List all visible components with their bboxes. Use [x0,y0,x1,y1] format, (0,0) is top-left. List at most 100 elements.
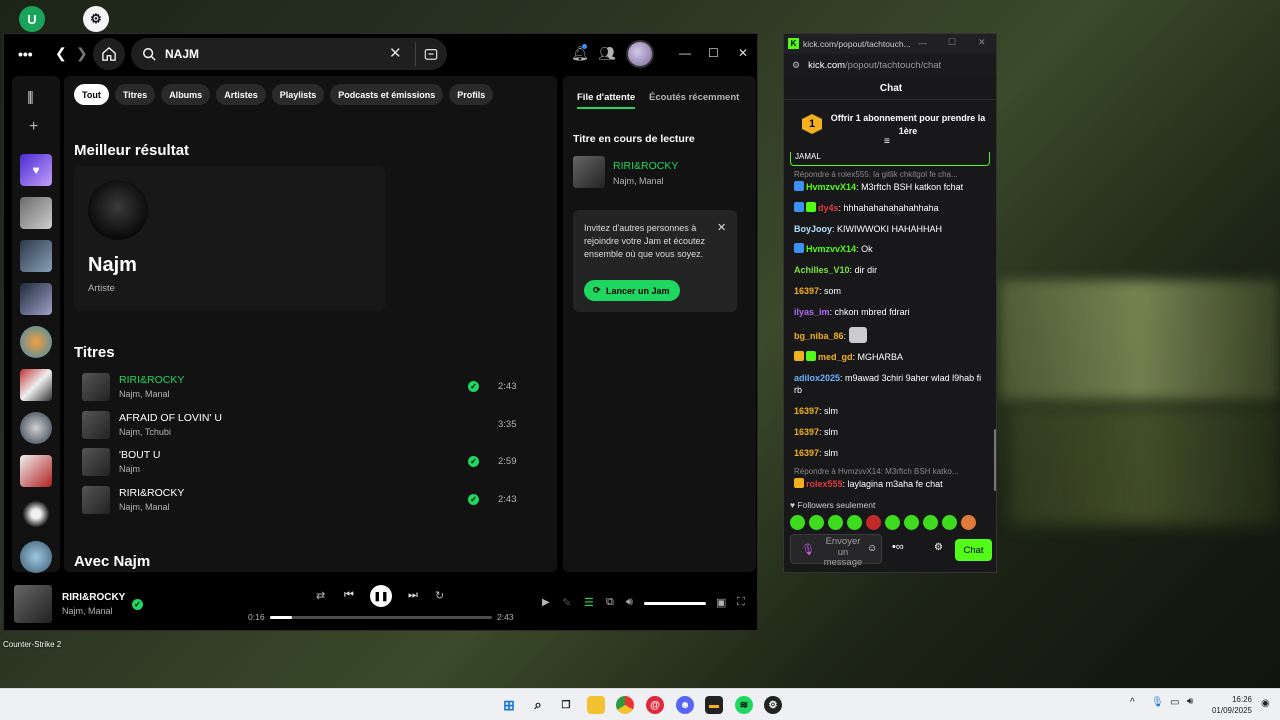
chat-scrollbar[interactable] [994,429,996,491]
player-cover[interactable] [14,585,52,623]
library-artist-item[interactable] [20,541,52,573]
chip-playlists[interactable]: Playlists [271,84,325,105]
steam-taskbar-icon[interactable]: ⚙ [764,696,782,714]
emote-icon[interactable] [809,515,824,530]
emote-icon[interactable] [961,515,976,530]
repeat-icon[interactable]: ↻ [435,589,444,602]
green-badge-icon[interactable] [806,351,816,362]
library-item[interactable] [20,283,52,315]
saved-check-icon[interactable]: ✓ [468,381,479,392]
volume-icon[interactable]: 🔊︎ [626,596,633,609]
notification-center-icon[interactable]: ◉ [1261,698,1270,709]
minimize-icon[interactable]: — [679,46,691,60]
library-artist-item[interactable] [20,498,52,530]
chip-albums[interactable]: Albums [161,84,211,105]
emote-icon[interactable] [790,515,805,530]
tab-queue[interactable]: File d'attente [577,92,635,103]
app-red-icon[interactable]: @ [646,696,664,714]
search-input[interactable]: NAJM [165,47,199,61]
library-artist-item[interactable] [20,326,52,358]
send-chat-button[interactable]: Chat [955,539,992,561]
collapse-icon[interactable]: ≡ [884,136,890,147]
player-title[interactable]: RIRI&ROCKY [62,592,125,603]
chat-username[interactable]: ilyas_im [794,307,830,317]
connect-device-icon[interactable]: ⧉ [606,596,614,609]
browse-icon[interactable] [415,42,416,66]
chip-titres[interactable]: Titres [114,84,156,105]
forward-arrow-icon[interactable]: ❯ [76,45,88,62]
blue-badge-icon[interactable] [794,243,804,254]
start-jam-button[interactable]: ⟳ Lancer un Jam [584,280,680,301]
reply-context[interactable]: Répondre à rolex555: la gitlik chkitgol … [794,170,990,179]
emote-icon[interactable] [847,515,862,530]
home-button[interactable] [93,38,125,70]
now-playing-view-icon[interactable]: ▶︎ [542,597,550,608]
next-icon[interactable]: ⏭︎ [408,589,418,602]
desktop-steam-icon[interactable]: ⚙ [83,6,109,32]
chat-username[interactable]: 16397 [794,448,819,458]
saved-check-icon[interactable]: ✓ [468,456,479,467]
emote-icon[interactable] [942,515,957,530]
kick-address-bar[interactable]: ⚙ kick.com/popout/tachtouch/chat [784,54,996,76]
taskbar-search-icon[interactable]: ⌕ [529,696,547,714]
track-row[interactable]: 'BOUT U Najm ✓ 2:59 [74,444,544,480]
chip-artistes[interactable]: Artistes [216,84,266,105]
emote-icon[interactable] [904,515,919,530]
library-item[interactable] [20,455,52,487]
best-result-card[interactable]: Najm Artiste [74,166,385,311]
network-tray-icon[interactable]: ▭ [1170,697,1179,708]
previous-icon[interactable]: ⏮︎ [344,589,354,602]
chip-tout[interactable]: Tout [74,84,109,105]
show-hidden-icons-icon[interactable]: ^ [1130,697,1135,708]
chat-username[interactable]: dy4s [818,203,839,213]
green-badge-icon[interactable] [806,201,816,212]
emoji-icon[interactable]: ☺ [867,543,877,554]
chip-podcasts[interactable]: Podcasts et émissions [330,84,444,105]
chrome-icon[interactable] [616,696,634,714]
maximize-icon[interactable]: ☐ [708,46,719,60]
miniplayer-icon[interactable]: ▣ [716,596,726,609]
friend-activity-icon[interactable]: 👥︎ [598,45,616,62]
blue-badge-icon[interactable] [794,201,804,212]
kick-minimize-icon[interactable]: — [918,38,927,48]
player-saved-check-icon[interactable]: ✓ [132,599,143,610]
emote-icon[interactable] [828,515,843,530]
progress-bar[interactable] [270,616,492,619]
volume-slider[interactable] [644,602,706,605]
gift-sub-banner[interactable]: 1 Offrir 1 abonnement pour prendre la 1è… [784,102,996,150]
library-item[interactable] [20,369,52,401]
cat-emote-icon[interactable] [848,326,867,343]
queue-icon[interactable]: ☰ [584,596,594,609]
track-row[interactable]: RIRI&ROCKY Najm, Manal ✓ 2:43 [74,482,544,518]
close-window-icon[interactable]: ✕ [738,46,748,60]
volume-tray-icon[interactable]: 🔊︎ [1187,696,1193,707]
tab-recent[interactable]: Écoutés récemment [649,92,739,103]
pause-button[interactable]: ❚❚ [370,585,392,607]
shuffle-icon[interactable]: ⇄ [316,589,325,602]
back-arrow-icon[interactable]: ❮ [55,45,67,62]
chip-profils[interactable]: Profils [449,84,494,105]
menu-dots-icon[interactable]: ••• [18,46,33,62]
desktop-app-icon[interactable]: U [19,6,45,32]
kick-points-icon[interactable]: •∞ [892,541,904,553]
chat-username[interactable]: adilox2025 [794,373,840,383]
kick-maximize-icon[interactable]: ☐ [948,37,956,48]
player-artist[interactable]: Najm, Manal [62,606,113,616]
spotify-taskbar-icon[interactable]: ≋ [735,696,753,714]
chat-username[interactable]: HvmzvvX14 [806,182,856,192]
chat-username[interactable]: med_gd [818,352,853,362]
desktop-cs2-label[interactable]: Counter-Strike 2 [3,640,61,649]
reply-context[interactable]: Répondre à HvmzvvX14: M3rftch BSH katko.… [794,467,990,476]
chat-username[interactable]: 16397 [794,406,819,416]
task-view-icon[interactable]: ❐ [557,696,575,714]
chat-username[interactable]: BoyJooy [794,224,832,234]
saved-check-icon[interactable]: ✓ [468,494,479,505]
fullscreen-icon[interactable]: ⛶ [737,596,745,609]
start-windows-icon[interactable]: ⊞ [500,696,518,714]
microphone-tray-icon[interactable]: 🎙︎ [1151,697,1164,708]
gold-badge-icon[interactable] [794,351,804,362]
browse-box-icon[interactable] [424,47,438,61]
discord-icon[interactable]: ☻ [676,696,694,714]
jam-close-icon[interactable]: ✕ [717,221,726,234]
kick-close-icon[interactable]: ✕ [978,37,986,48]
